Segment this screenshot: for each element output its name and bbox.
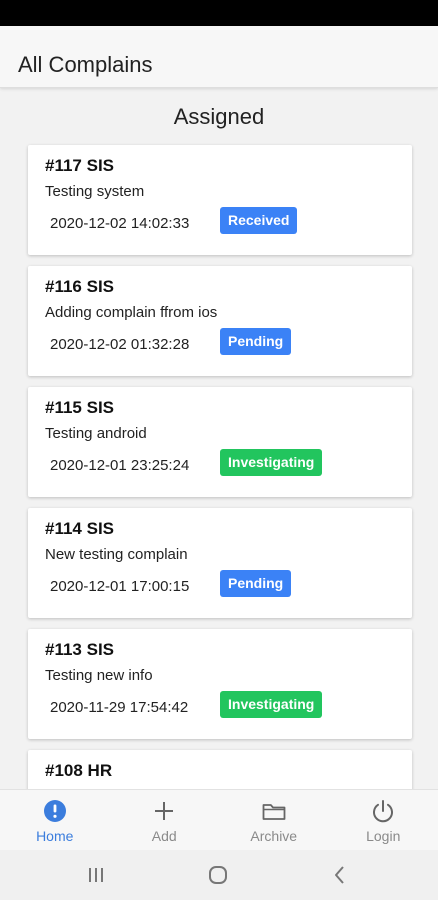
page-title: All Complains [18, 52, 153, 77]
system-nav-bar [0, 850, 438, 900]
complaints-content[interactable]: Assigned #117 SIS Testing system 2020-12… [0, 89, 438, 789]
folder-icon [262, 804, 286, 820]
status-badge: Received [220, 207, 298, 234]
back-chevron-icon[interactable] [328, 863, 352, 887]
complaint-list: #117 SIS Testing system 2020-12-02 14:02… [28, 145, 412, 789]
status-bar [0, 0, 438, 26]
complaint-card[interactable]: #115 SIS Testing android 2020-12-01 23:2… [28, 387, 412, 497]
section-title: Assigned [173, 104, 265, 129]
recent-apps-icon[interactable] [84, 863, 108, 887]
home-circle-icon[interactable] [206, 863, 230, 887]
plus-icon [155, 802, 174, 820]
nav-add[interactable]: Add [110, 790, 220, 850]
complaint-date: 2020-12-01 23:25:24 [50, 457, 190, 474]
status-badge: Pending [220, 570, 292, 597]
complaint-title: #108 HR [45, 761, 113, 780]
complaint-title: #113 SIS [45, 640, 115, 659]
complaint-description: Testing android [45, 425, 147, 442]
complaint-card[interactable]: #114 SIS New testing complain 2020-12-01… [28, 508, 412, 618]
status-badge: Investigating [220, 449, 323, 476]
nav-login-label: Login [366, 828, 401, 844]
app-header: All Complains [0, 26, 438, 88]
complaint-title: #115 SIS [45, 398, 115, 417]
nav-archive[interactable]: Archive [219, 790, 329, 850]
complaint-card[interactable]: #113 SIS Testing new info 2020-11-29 17:… [28, 629, 412, 739]
complaint-title: #117 SIS [45, 156, 115, 175]
complaint-card[interactable]: #117 SIS Testing system 2020-12-02 14:02… [28, 145, 412, 255]
complaint-card[interactable]: #116 SIS Adding complain ffrom ios 2020-… [28, 266, 412, 376]
complaint-date: 2020-12-02 14:02:33 [50, 215, 190, 232]
nav-home[interactable]: Home [0, 790, 110, 850]
nav-archive-label: Archive [250, 828, 298, 844]
bottom-nav: Home Add Archive Login [0, 789, 438, 850]
power-icon [373, 800, 394, 823]
alert-circle-icon [43, 800, 66, 822]
complaint-description: Testing system [45, 183, 145, 200]
nav-home-label: Home [36, 828, 74, 844]
nav-login[interactable]: Login [329, 790, 438, 850]
status-badge: Pending [220, 328, 292, 355]
complaint-date: 2020-12-02 01:32:28 [50, 336, 190, 353]
complaint-title: #116 SIS [45, 277, 115, 296]
complaint-description: New testing complain [45, 546, 188, 563]
complaint-title: #114 SIS [45, 519, 115, 538]
complaint-date: 2020-11-29 17:54:42 [50, 699, 189, 716]
complaint-description: Adding complain ffrom ios [45, 304, 218, 321]
nav-add-label: Add [151, 828, 177, 844]
status-badge: Investigating [220, 691, 323, 718]
complaint-card[interactable]: #108 HR [28, 750, 412, 789]
complaint-description: Testing new info [45, 667, 153, 684]
complaint-date: 2020-12-01 17:00:15 [50, 578, 190, 595]
